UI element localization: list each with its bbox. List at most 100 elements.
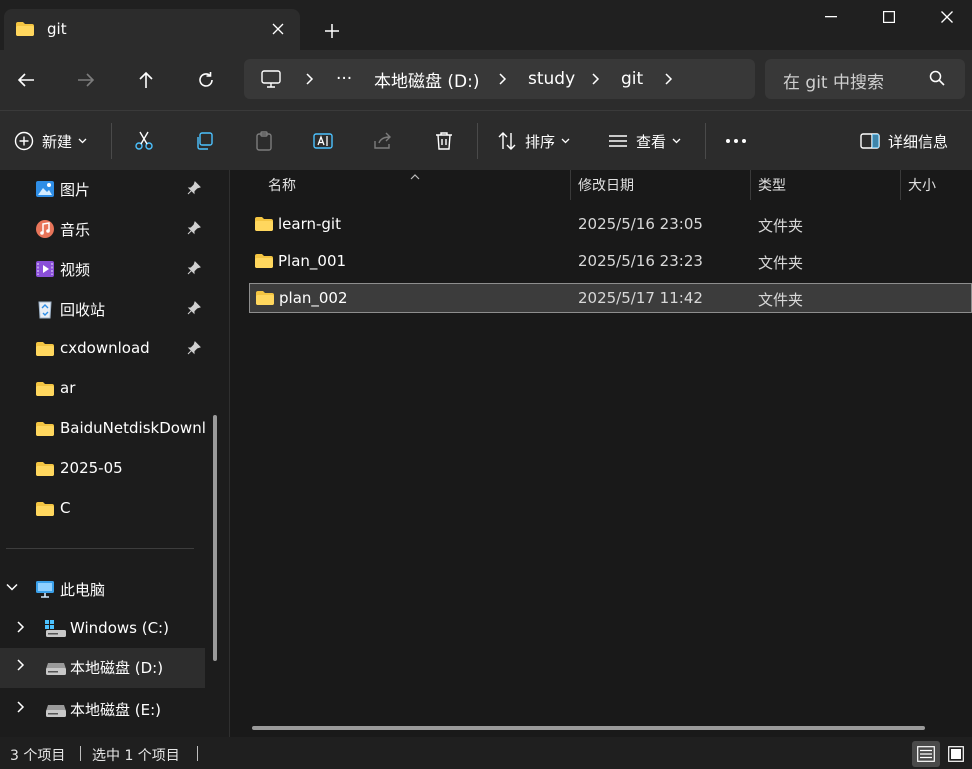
sort-ascending-icon: [410, 168, 420, 184]
up-button[interactable]: [130, 64, 162, 96]
view-button[interactable]: 查看: [608, 111, 681, 171]
sidebar-item-c[interactable]: C: [0, 490, 205, 528]
file-name: Plan_001: [278, 252, 347, 270]
file-name: learn-git: [278, 215, 341, 233]
chevron-right-icon[interactable]: [16, 659, 26, 675]
search-input[interactable]: 在 git 中搜索: [783, 68, 884, 93]
sidebar-item-2025-05[interactable]: 2025-05: [0, 450, 205, 488]
maximize-button[interactable]: [860, 0, 918, 34]
folder-icon: [255, 290, 275, 310]
sidebar-item-pictures[interactable]: 图片: [0, 170, 205, 208]
sidebar-item-videos[interactable]: 视频: [0, 250, 205, 288]
tab-git[interactable]: git: [4, 9, 300, 50]
column-header-date[interactable]: 修改日期: [578, 170, 634, 200]
search-box[interactable]: 在 git 中搜索: [765, 59, 965, 99]
sort-button[interactable]: 排序: [497, 111, 570, 171]
file-type: 文件夹: [758, 291, 804, 309]
cut-button[interactable]: [134, 111, 154, 171]
pin-icon[interactable]: [187, 261, 201, 279]
folder-icon: [35, 379, 55, 399]
file-type: 文件夹: [758, 217, 804, 235]
view-list-icon: [609, 135, 627, 147]
chevron-right-icon[interactable]: [592, 59, 600, 99]
toolbar-divider: [705, 123, 706, 159]
new-tab-button[interactable]: [318, 17, 346, 45]
file-type: 文件夹: [758, 254, 804, 272]
new-button[interactable]: 新建: [14, 111, 87, 171]
details-pane-label: 详细信息: [888, 132, 949, 151]
details-pane-button[interactable]: 详细信息: [860, 111, 948, 171]
chevron-right-icon[interactable]: [306, 59, 314, 99]
paste-button[interactable]: [254, 111, 274, 171]
rename-icon: [313, 133, 333, 149]
column-header-name[interactable]: 名称: [268, 170, 296, 200]
chevron-down-icon: [561, 138, 570, 144]
search-icon[interactable]: [929, 70, 945, 90]
details-view-button[interactable]: [912, 741, 940, 767]
sidebar-item-music[interactable]: 音乐: [0, 210, 205, 248]
file-row-plan-001[interactable]: Plan_001 2025/5/16 23:23 文件夹: [248, 246, 972, 276]
forward-button[interactable]: [70, 64, 102, 96]
chevron-right-icon[interactable]: [16, 701, 26, 717]
close-tab-icon[interactable]: [266, 17, 290, 41]
breadcrumb-drive-d[interactable]: 本地磁盘 (D:): [374, 59, 480, 99]
column-divider[interactable]: [750, 170, 751, 200]
refresh-button[interactable]: [190, 64, 222, 96]
pin-icon[interactable]: [187, 221, 201, 239]
pin-icon[interactable]: [187, 181, 201, 199]
trash-icon: [436, 132, 452, 150]
close-window-button[interactable]: [918, 0, 972, 34]
breadcrumb-git[interactable]: git: [621, 59, 643, 99]
column-divider[interactable]: [570, 170, 571, 200]
minimize-button[interactable]: [802, 0, 860, 34]
chevron-right-icon[interactable]: [665, 59, 673, 99]
sidebar-item-windows-c[interactable]: Windows (C:): [0, 610, 205, 648]
sidebar-item-label: 图片: [60, 181, 91, 199]
windows-drive-icon: [45, 619, 66, 639]
copy-button[interactable]: [194, 111, 214, 171]
sidebar-item-ar[interactable]: ar: [0, 370, 205, 408]
toolbar-divider: [477, 123, 478, 159]
sidebar-item-recycle-bin[interactable]: 回收站: [0, 290, 205, 328]
file-row-learn-git[interactable]: learn-git 2025/5/16 23:05 文件夹: [248, 209, 972, 239]
folder-icon: [35, 459, 55, 479]
sidebar-item-drive-d[interactable]: 本地磁盘 (D:): [0, 648, 205, 688]
address-bar[interactable]: ··· 本地磁盘 (D:) study git: [244, 59, 755, 99]
sidebar-item-label: ar: [60, 379, 76, 397]
file-list: 名称 修改日期 类型 大小 learn-git 2025/5/16 23:05 …: [230, 170, 972, 737]
pin-icon[interactable]: [187, 341, 201, 359]
sidebar-item-drive-e[interactable]: 本地磁盘 (E:): [0, 690, 205, 728]
chevron-right-icon[interactable]: [16, 621, 26, 637]
breadcrumb-study[interactable]: study: [528, 59, 575, 99]
computer-icon[interactable]: [261, 59, 281, 99]
sidebar-item-cxdownload[interactable]: cxdownload: [0, 330, 205, 368]
chevron-down-icon[interactable]: [6, 581, 18, 597]
more-icon: [726, 139, 746, 143]
rename-button[interactable]: [313, 111, 333, 171]
address-overflow[interactable]: ···: [336, 59, 352, 99]
column-divider[interactable]: [900, 170, 901, 200]
share-button[interactable]: [373, 111, 393, 171]
status-bar: 3 个项目 选中 1 个项目: [0, 737, 972, 769]
scissors-icon: [135, 131, 153, 150]
sidebar-item-this-pc[interactable]: 此电脑: [0, 570, 205, 608]
sidebar-item-label: 视频: [60, 261, 91, 279]
back-button[interactable]: [10, 64, 42, 96]
file-name: plan_002: [279, 289, 348, 307]
horizontal-scrollbar[interactable]: [252, 726, 925, 730]
more-options-button[interactable]: [725, 111, 747, 171]
sidebar-item-baidunetdiskdownload[interactable]: BaiduNetdiskDownload: [0, 410, 205, 448]
column-header-size[interactable]: 大小: [908, 170, 936, 200]
sidebar-item-label: cxdownload: [60, 339, 150, 357]
chevron-right-icon[interactable]: [499, 59, 507, 99]
command-bar: 新建 排序 查看 详细信息: [0, 110, 972, 170]
file-date: 2025/5/16 23:23: [578, 252, 703, 270]
delete-button[interactable]: [434, 111, 454, 171]
pin-icon[interactable]: [187, 301, 201, 319]
column-header-type[interactable]: 类型: [758, 170, 786, 200]
sidebar-item-label: 本地磁盘 (D:): [70, 659, 164, 677]
file-row-plan-002[interactable]: plan_002 2025/5/17 11:42 文件夹: [249, 283, 972, 313]
large-icons-view-button[interactable]: [942, 741, 970, 767]
sidebar-scrollbar[interactable]: [213, 415, 217, 661]
status-divider: [80, 746, 81, 761]
